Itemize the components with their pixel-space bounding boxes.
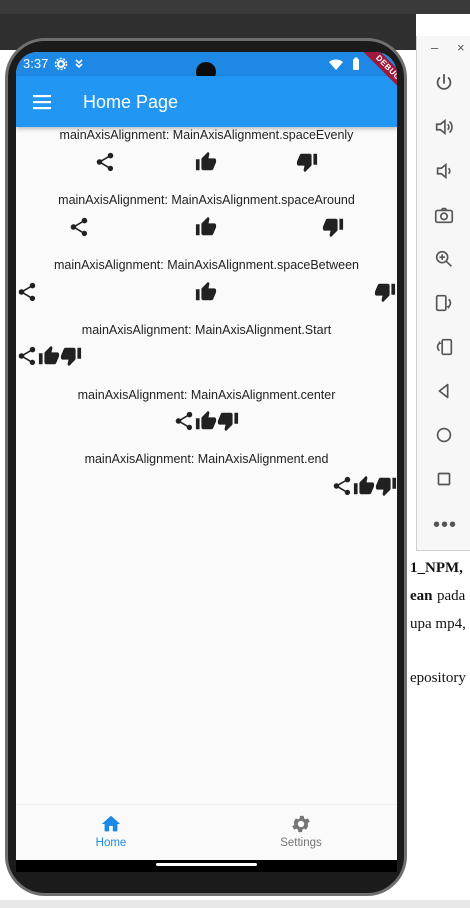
row-label-end: mainAxisAlignment: MainAxisAlignment.end — [84, 452, 329, 466]
thumb-up-icon[interactable] — [195, 281, 217, 303]
camera-icon[interactable] — [433, 204, 455, 226]
share-icon[interactable] — [16, 345, 38, 367]
minimize-button[interactable]: – — [431, 40, 438, 55]
overview-icon[interactable] — [433, 468, 455, 490]
share-icon[interactable] — [16, 281, 38, 303]
close-button[interactable]: × — [457, 40, 465, 55]
status-icons-right — [328, 57, 376, 71]
power-icon[interactable] — [433, 72, 455, 94]
thumb-up-icon[interactable] — [38, 345, 60, 367]
battery-icon — [353, 57, 359, 70]
thumb-up-icon[interactable] — [195, 151, 217, 173]
home-circle-icon[interactable] — [433, 424, 455, 446]
thumb-down-icon[interactable] — [60, 345, 82, 367]
menu-icon[interactable] — [32, 92, 52, 112]
doc-text-fragment: 1_NPM, — [410, 560, 463, 576]
volume-up-icon[interactable] — [433, 116, 455, 138]
share-icon[interactable] — [331, 475, 353, 497]
desktop-top-bar — [0, 0, 470, 14]
nav-label-settings: Settings — [280, 837, 322, 849]
thumb-down-icon[interactable] — [296, 151, 318, 173]
row-label-start: mainAxisAlignment: MainAxisAlignment.Sta… — [81, 323, 332, 337]
more-options-icon[interactable]: ••• — [433, 514, 457, 537]
nav-item-home[interactable]: Home — [51, 813, 171, 849]
phone-screen: 3:37 Home Page DEBUG mainAxisAlignment: … — [16, 52, 397, 872]
bottom-navigation: Home Settings — [16, 804, 397, 861]
status-time: 3:37 — [23, 56, 49, 71]
back-icon[interactable] — [433, 380, 455, 402]
home-icon — [101, 815, 121, 832]
nav-item-settings[interactable]: Settings — [241, 813, 361, 849]
zoom-icon[interactable] — [433, 248, 455, 270]
thumb-up-icon[interactable] — [195, 216, 217, 238]
doc-text-fragment: ean — [410, 588, 433, 604]
settings-icon — [54, 57, 68, 71]
row-label-space-between: mainAxisAlignment: MainAxisAlignment.spa… — [53, 258, 359, 272]
rotate-right-icon[interactable] — [433, 336, 455, 358]
doc-text-fragment: epository — [410, 670, 466, 686]
thumb-down-icon[interactable] — [374, 281, 396, 303]
app-notification-icon — [75, 59, 83, 69]
status-icons-left — [54, 57, 88, 71]
doc-text-fragment: upa mp4, — [410, 616, 466, 632]
settings-icon — [292, 815, 310, 833]
nav-label-home: Home — [95, 837, 127, 849]
desktop-bottom-strip — [0, 900, 470, 908]
wifi-icon — [329, 59, 343, 70]
share-icon[interactable] — [173, 410, 195, 432]
row-label-center: mainAxisAlignment: MainAxisAlignment.cen… — [77, 388, 336, 402]
rotate-left-icon[interactable] — [433, 292, 455, 314]
thumb-up-icon[interactable] — [353, 475, 375, 497]
row-label-space-around: mainAxisAlignment: MainAxisAlignment.spa… — [58, 193, 355, 207]
gesture-bar[interactable] — [156, 863, 257, 866]
page-title: Home Page — [83, 92, 179, 112]
doc-text-fragment: pada — [437, 588, 466, 604]
app-bar: Home Page — [16, 76, 397, 127]
thumb-up-icon[interactable] — [195, 410, 217, 432]
thumb-down-icon[interactable] — [217, 410, 239, 432]
thumb-down-icon[interactable] — [322, 216, 344, 238]
share-icon[interactable] — [94, 151, 116, 173]
emulator-side-toolbar: – × ••• — [416, 36, 470, 551]
thumb-down-icon[interactable] — [375, 475, 397, 497]
row-label-space-evenly: mainAxisAlignment: MainAxisAlignment.spa… — [59, 128, 354, 142]
screen-bottom-bar — [16, 860, 397, 872]
share-icon[interactable] — [68, 216, 90, 238]
volume-down-icon[interactable] — [433, 160, 455, 182]
